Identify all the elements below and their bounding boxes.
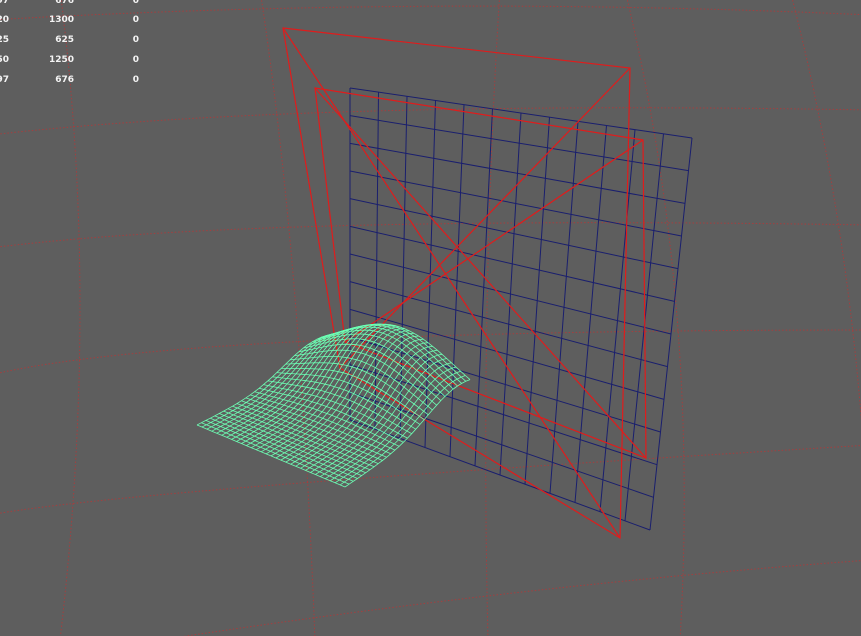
stats-value-b: 1300 xyxy=(48,15,74,25)
stats-row: 25 625 0 xyxy=(0,35,150,47)
grid-line xyxy=(792,0,861,422)
red-frame-inner-diagonal xyxy=(314,87,647,459)
red-frame-inner-diagonal xyxy=(344,139,644,343)
plane-grid-line xyxy=(599,129,636,512)
plane-grid-line xyxy=(649,137,693,531)
grid-line xyxy=(626,0,685,636)
stats-value-b: 625 xyxy=(55,35,74,45)
blue-plane-mesh[interactable] xyxy=(349,87,693,531)
scene-canvas[interactable] xyxy=(0,0,861,636)
stats-value-c: 0 xyxy=(132,15,139,25)
red-frame-outer-diagonal xyxy=(339,67,631,369)
stats-value-a: 20 xyxy=(0,15,9,25)
stats-value-a: 25 xyxy=(0,35,9,45)
surface-isoparm xyxy=(329,366,457,482)
stats-value-a: 97 xyxy=(0,0,9,6)
grid-line xyxy=(0,107,861,135)
stats-value-b: 1250 xyxy=(48,55,74,65)
stats-value-a: 97 xyxy=(0,75,9,85)
stats-value-b: 676 xyxy=(55,0,74,6)
3d-viewport[interactable]: 97 676 0 20 1300 0 25 625 0 50 1250 0 97… xyxy=(0,0,861,636)
grid-line xyxy=(485,0,500,636)
stats-value-c: 0 xyxy=(132,0,139,6)
surface-isoparm xyxy=(303,338,446,397)
perspective-ground-grid xyxy=(0,0,861,636)
grid-line xyxy=(0,329,861,374)
stats-value-c: 0 xyxy=(132,75,139,85)
grid-line xyxy=(0,445,861,514)
green-deformed-surface[interactable] xyxy=(196,323,471,488)
stats-value-c: 0 xyxy=(132,35,139,45)
stats-row: 50 1250 0 xyxy=(0,55,150,67)
stats-row: 20 1300 0 xyxy=(0,15,150,27)
stats-value-c: 0 xyxy=(132,55,139,65)
stats-value-a: 50 xyxy=(0,55,9,65)
grid-line xyxy=(261,0,316,636)
red-frame-outer-diagonal xyxy=(282,27,621,539)
stats-value-b: 676 xyxy=(55,75,74,85)
grid-line xyxy=(59,0,81,636)
plane-grid-line xyxy=(574,125,607,503)
stats-row: 97 676 0 xyxy=(0,75,150,87)
stats-row: 97 676 0 xyxy=(0,0,150,8)
stats-readout: 97 676 0 20 1300 0 25 625 0 50 1250 0 97… xyxy=(0,0,150,90)
grid-line xyxy=(183,560,861,636)
grid-line xyxy=(0,222,861,248)
surface-isoparm xyxy=(325,323,467,382)
surface-isoparm xyxy=(298,343,442,401)
